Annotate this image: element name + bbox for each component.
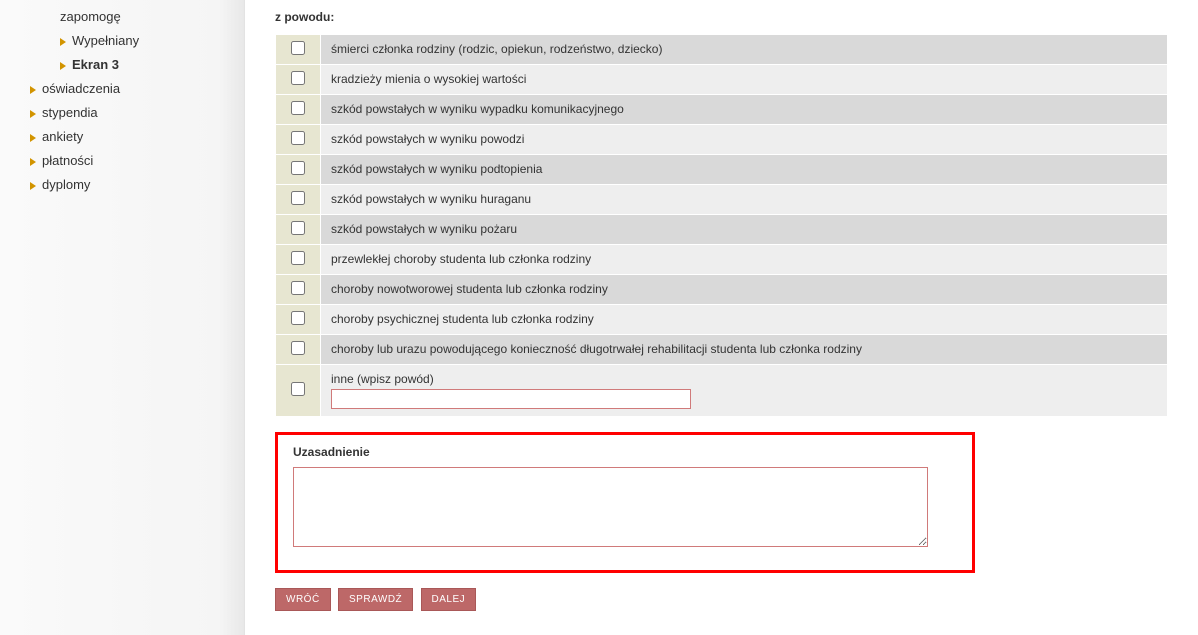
sidebar-item-label: dyplomy bbox=[42, 175, 90, 195]
sidebar-item-label: stypendia bbox=[42, 103, 98, 123]
sidebar-item-ekran3[interactable]: Ekran 3 bbox=[0, 53, 244, 77]
button-row: WRÓĆ SPRAWDŹ DALEJ bbox=[275, 588, 1168, 611]
reason-label: szkód powstałych w wyniku wypadku komuni… bbox=[321, 95, 1168, 125]
checkbox-cell bbox=[276, 305, 321, 335]
arrow-right-icon bbox=[60, 62, 66, 70]
reason-label: szkód powstałych w wyniku huraganu bbox=[321, 185, 1168, 215]
arrow-right-icon bbox=[60, 38, 66, 46]
reason-checkbox[interactable] bbox=[291, 41, 305, 55]
table-row: przewlekłej choroby studenta lub członka… bbox=[276, 245, 1168, 275]
checkbox-cell bbox=[276, 215, 321, 245]
next-button[interactable]: DALEJ bbox=[421, 588, 477, 611]
reason-checkbox[interactable] bbox=[291, 341, 305, 355]
table-row: inne (wpisz powód) bbox=[276, 365, 1168, 417]
reason-label: szkód powstałych w wyniku pożaru bbox=[321, 215, 1168, 245]
reason-label: choroby psychicznej studenta lub członka… bbox=[321, 305, 1168, 335]
sidebar-item-label: Wypełniany bbox=[72, 31, 139, 51]
sidebar-item-platnosci[interactable]: płatności bbox=[0, 149, 244, 173]
justification-box: Uzasadnienie bbox=[275, 432, 975, 573]
reason-label: przewlekłej choroby studenta lub członka… bbox=[321, 245, 1168, 275]
back-button[interactable]: WRÓĆ bbox=[275, 588, 331, 611]
reason-checkbox[interactable] bbox=[291, 131, 305, 145]
arrow-right-icon bbox=[30, 110, 36, 118]
main-content: z powodu: śmierci członka rodziny (rodzi… bbox=[245, 0, 1198, 635]
reason-checkbox[interactable] bbox=[291, 311, 305, 325]
table-row: choroby nowotworowej studenta lub członk… bbox=[276, 275, 1168, 305]
sidebar-item-ankiety[interactable]: ankiety bbox=[0, 125, 244, 149]
table-row: szkód powstałych w wyniku pożaru bbox=[276, 215, 1168, 245]
check-button[interactable]: SPRAWDŹ bbox=[338, 588, 413, 611]
reason-label: śmierci członka rodziny (rodzic, opiekun… bbox=[321, 35, 1168, 65]
checkbox-cell bbox=[276, 155, 321, 185]
checkbox-cell bbox=[276, 125, 321, 155]
reason-checkbox[interactable] bbox=[291, 71, 305, 85]
arrow-right-icon bbox=[30, 158, 36, 166]
checkbox-cell bbox=[276, 365, 321, 417]
sidebar-item-wypelniany[interactable]: Wypełniany bbox=[0, 29, 244, 53]
reason-section-label: z powodu: bbox=[275, 10, 1168, 24]
table-row: szkód powstałych w wyniku wypadku komuni… bbox=[276, 95, 1168, 125]
reason-checkbox[interactable] bbox=[291, 221, 305, 235]
checkbox-cell bbox=[276, 35, 321, 65]
sidebar-item-label: ankiety bbox=[42, 127, 83, 147]
sidebar-item-dyplomy[interactable]: dyplomy bbox=[0, 173, 244, 197]
sidebar-item-oswiadczenia[interactable]: oświadczenia bbox=[0, 77, 244, 101]
reason-other-cell: inne (wpisz powód) bbox=[321, 365, 1168, 417]
reason-label: szkód powstałych w wyniku powodzi bbox=[321, 125, 1168, 155]
justification-textarea[interactable] bbox=[293, 467, 928, 547]
reason-label: szkód powstałych w wyniku podtopienia bbox=[321, 155, 1168, 185]
reason-checkbox[interactable] bbox=[291, 161, 305, 175]
arrow-right-icon bbox=[30, 134, 36, 142]
table-row: szkód powstałych w wyniku powodzi bbox=[276, 125, 1168, 155]
reason-checkbox[interactable] bbox=[291, 191, 305, 205]
checkbox-cell bbox=[276, 65, 321, 95]
arrow-right-icon bbox=[30, 86, 36, 94]
sidebar-item-label: oświadczenia bbox=[42, 79, 120, 99]
sidebar: zapomogę Wypełniany Ekran 3 oświadczenia… bbox=[0, 0, 245, 635]
reason-other-input[interactable] bbox=[331, 389, 691, 409]
sidebar-item-label: zapomogę bbox=[60, 7, 121, 27]
checkbox-cell bbox=[276, 95, 321, 125]
reason-label: kradzieży mienia o wysokiej wartości bbox=[321, 65, 1168, 95]
table-row: szkód powstałych w wyniku podtopienia bbox=[276, 155, 1168, 185]
checkbox-cell bbox=[276, 335, 321, 365]
reason-other-label: inne (wpisz powód) bbox=[331, 372, 1157, 386]
reason-label: choroby nowotworowej studenta lub członk… bbox=[321, 275, 1168, 305]
sidebar-item-zapomoge[interactable]: zapomogę bbox=[0, 5, 244, 29]
justification-title: Uzasadnienie bbox=[293, 445, 957, 459]
arrow-right-icon bbox=[30, 182, 36, 190]
table-row: choroby psychicznej studenta lub członka… bbox=[276, 305, 1168, 335]
reason-checkbox[interactable] bbox=[291, 281, 305, 295]
reason-other-checkbox[interactable] bbox=[291, 382, 305, 396]
checkbox-cell bbox=[276, 275, 321, 305]
checkbox-cell bbox=[276, 185, 321, 215]
reason-checkbox[interactable] bbox=[291, 101, 305, 115]
sidebar-list: zapomogę Wypełniany Ekran 3 oświadczenia… bbox=[0, 5, 244, 197]
sidebar-item-label: płatności bbox=[42, 151, 93, 171]
table-row: śmierci członka rodziny (rodzic, opiekun… bbox=[276, 35, 1168, 65]
sidebar-item-label: Ekran 3 bbox=[72, 55, 119, 75]
table-row: kradzieży mienia o wysokiej wartości bbox=[276, 65, 1168, 95]
sidebar-item-stypendia[interactable]: stypendia bbox=[0, 101, 244, 125]
table-row: choroby lub urazu powodującego konieczno… bbox=[276, 335, 1168, 365]
checkbox-cell bbox=[276, 245, 321, 275]
table-row: szkód powstałych w wyniku huraganu bbox=[276, 185, 1168, 215]
reason-checkbox[interactable] bbox=[291, 251, 305, 265]
reasons-table: śmierci członka rodziny (rodzic, opiekun… bbox=[275, 34, 1168, 417]
reason-label: choroby lub urazu powodującego konieczno… bbox=[321, 335, 1168, 365]
